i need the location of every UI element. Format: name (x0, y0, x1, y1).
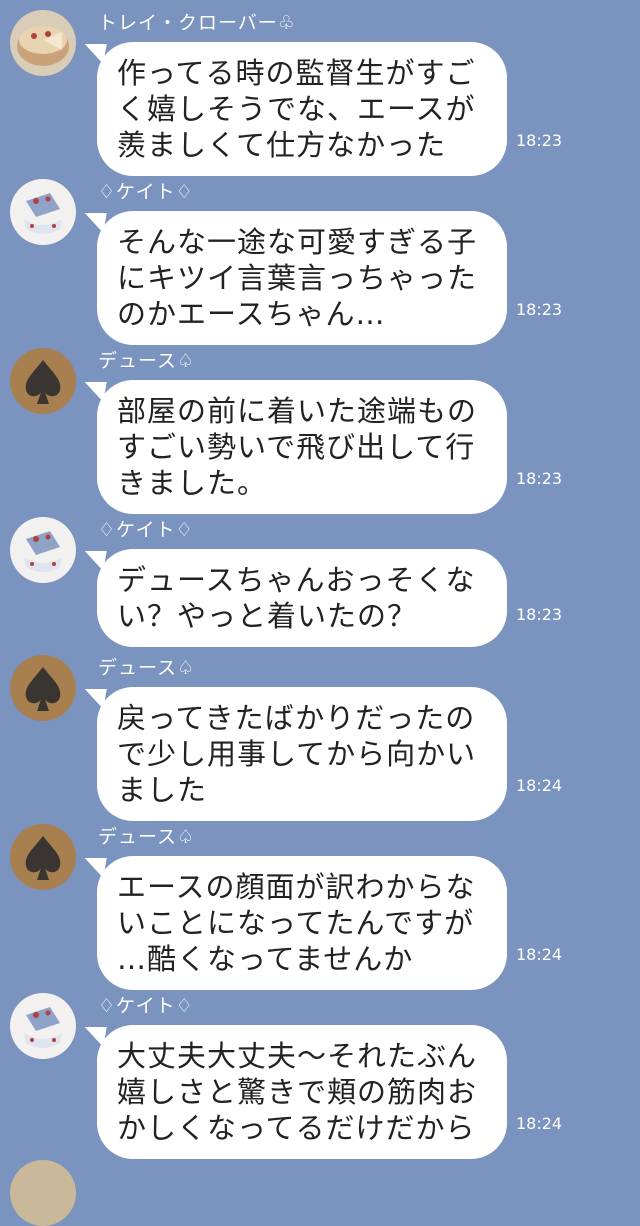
teacup-avatar-icon[interactable] (10, 993, 76, 1059)
message-bubble[interactable]: 作ってる時の監督生がすご く嬉しそうでな、エースが 羨ましくて仕方なかった (97, 42, 507, 176)
message-bubble[interactable]: エースの顔面が訳わからな いことになってたんですが …酷くなってませんか (97, 856, 507, 990)
message-text: デュースちゃんおっそくな い？やっと着いたの？ (117, 563, 476, 633)
message-time: 18:24 (516, 945, 563, 964)
sender-name: ♢ケイト♢ (98, 519, 194, 541)
message-text: 戻ってきたばかりだったの で少し用事してから向かい ました (117, 701, 477, 807)
message-time: 18:23 (516, 300, 563, 319)
sender-name: ♢ケイト♢ (98, 995, 194, 1017)
teacup-avatar-icon[interactable] (10, 517, 76, 583)
teacup-avatar-icon[interactable] (10, 179, 76, 245)
message-time: 18:24 (516, 776, 563, 795)
message-bubble[interactable]: 戻ってきたばかりだったの で少し用事してから向かい ました (97, 687, 507, 821)
message-bubble[interactable]: 部屋の前に着いた途端もの すごい勢いで飛び出して行 きました。 (97, 380, 507, 514)
partial-avatar (10, 1160, 76, 1226)
message-text: そんな一途な可愛すぎる子 にキツイ言葉言っちゃった のかエースちゃん… (117, 225, 478, 331)
message-time: 18:24 (516, 1114, 563, 1133)
message-bubble[interactable]: そんな一途な可愛すぎる子 にキツイ言葉言っちゃった のかエースちゃん… (97, 211, 507, 345)
message-text: 部屋の前に着いた途端もの すごい勢いで飛び出して行 きました。 (117, 394, 478, 500)
sender-name: デュース♤ (98, 350, 196, 372)
message-text: エースの顔面が訳わからな いことになってたんですが …酷くなってませんか (117, 870, 476, 976)
spade-avatar-icon[interactable] (10, 655, 76, 721)
message-time: 18:23 (516, 131, 563, 150)
message-text: 作ってる時の監督生がすご く嬉しそうでな、エースが 羨ましくて仕方なかった (117, 56, 476, 162)
message-bubble[interactable]: 大丈夫大丈夫〜それたぶん 嬉しさと驚きで頬の筋肉お かしくなってるだけだから (97, 1025, 507, 1159)
cake-avatar-icon[interactable] (10, 10, 76, 76)
sender-name: デュース♤ (98, 826, 196, 848)
message-text: 大丈夫大丈夫〜それたぶん 嬉しさと驚きで頬の筋肉お かしくなってるだけだから (117, 1039, 478, 1145)
sender-name: トレイ・クローバー♧ (98, 12, 296, 34)
message-bubble[interactable]: デュースちゃんおっそくな い？やっと着いたの？ (97, 549, 507, 647)
message-time: 18:23 (516, 469, 563, 488)
sender-name: デュース♤ (98, 657, 196, 679)
spade-avatar-icon[interactable] (10, 824, 76, 890)
message-time: 18:23 (516, 605, 563, 624)
sender-name: ♢ケイト♢ (98, 181, 194, 203)
spade-avatar-icon[interactable] (10, 348, 76, 414)
